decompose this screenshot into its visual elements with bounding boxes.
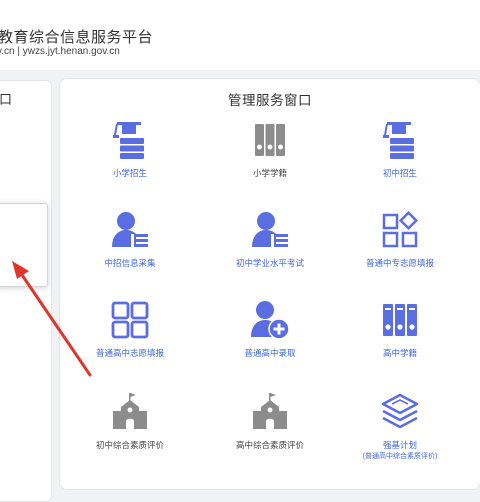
- school-building-icon: [113, 393, 147, 429]
- user-add-icon: [251, 301, 290, 340]
- tile-sublabel: (普通高中综合素质评价): [362, 453, 438, 460]
- site-header: 教育综合信息服务平台 v.cn | ywzs.jyt.henan.gov.cn: [0, 0, 480, 70]
- left-panel-title: 口: [0, 92, 13, 107]
- binders-icon: [383, 304, 417, 336]
- tile-primary-enrollment[interactable]: 小学招生: [60, 119, 200, 199]
- tile-middle-enrollment[interactable]: 初中招生: [330, 119, 470, 199]
- tile-highschool-quality-eval[interactable]: 高中综合素质评价: [200, 391, 340, 471]
- panel-title: 管理服务窗口: [228, 93, 312, 108]
- tile-middle-quality-eval[interactable]: 初中综合素质评价: [60, 391, 200, 471]
- tile-label: 初中学业水平考试: [235, 258, 304, 268]
- binders-icon: [255, 124, 285, 156]
- tile-vocational-application[interactable]: 普通中专志愿填报: [330, 209, 470, 289]
- graduation-books-icon: [383, 122, 414, 159]
- grid-icon: [111, 301, 149, 339]
- tile-label: 普通高中志愿填报: [95, 348, 164, 358]
- user-list-icon: [252, 212, 288, 247]
- tile-label: 初中招生: [382, 168, 417, 178]
- tile-label: 普通中专志愿填报: [365, 258, 434, 268]
- tile-label: 小学学籍: [252, 168, 287, 178]
- tile-label: 普通高中录取: [244, 348, 296, 358]
- shapes-grid-icon: [382, 210, 419, 248]
- left-panel: 口: [0, 80, 52, 502]
- tile-label: 小学招生: [112, 168, 147, 178]
- layers-icon: [381, 393, 419, 429]
- tile-label: 高中综合素质评价: [235, 440, 304, 450]
- tile-strong-foundation-plan[interactable]: 强基计划 (普通高中综合素质评价): [330, 391, 470, 471]
- tile-info-collection[interactable]: 中招信息采集: [60, 209, 200, 289]
- tile-label: 高中学籍: [382, 348, 417, 358]
- site-title: 教育综合信息服务平台: [0, 29, 154, 46]
- tile-label: 初中综合素质评价: [95, 440, 164, 450]
- graduation-books-icon: [113, 122, 144, 159]
- tile-highschool-application[interactable]: 普通高中志愿填报: [60, 299, 200, 379]
- management-service-panel: 管理服务窗口 小学招生 小学学籍 初中招生 中招信息采集 初中学业水平考试 普通…: [59, 78, 480, 490]
- popup-card[interactable]: [0, 203, 48, 287]
- tile-label: 中招信息采集: [104, 258, 156, 268]
- tile-highschool-status[interactable]: 高中学籍: [330, 299, 470, 379]
- user-list-icon: [112, 212, 148, 247]
- site-url[interactable]: v.cn | ywzs.jyt.henan.gov.cn: [0, 46, 120, 57]
- school-building-icon: [253, 393, 287, 429]
- tile-academic-exam[interactable]: 初中学业水平考试: [200, 209, 340, 289]
- tile-highschool-admission[interactable]: 普通高中录取: [200, 299, 340, 379]
- tile-label: 强基计划: [382, 440, 417, 450]
- tile-primary-status[interactable]: 小学学籍: [200, 119, 340, 199]
